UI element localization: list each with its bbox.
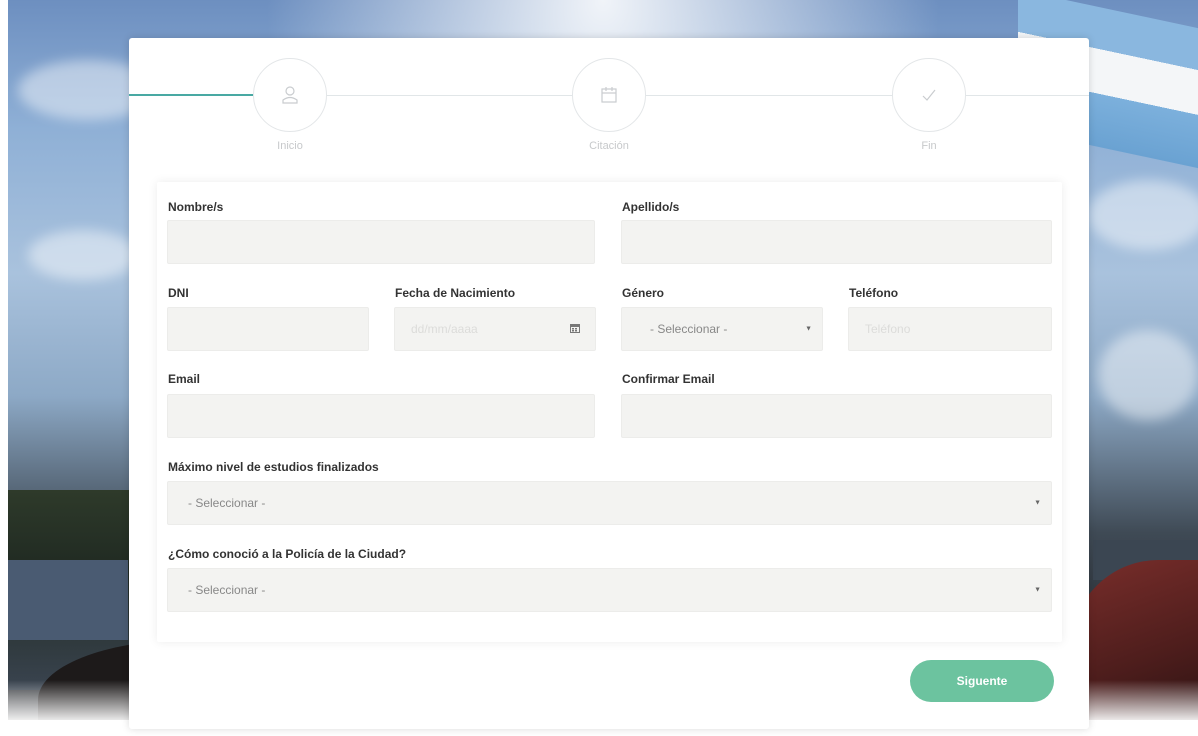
step-label: Fin xyxy=(921,140,937,152)
step-citacion[interactable]: Citación xyxy=(549,58,669,152)
chevron-down-icon: ▼ xyxy=(1034,586,1041,594)
email-input[interactable] xyxy=(167,394,595,438)
check-icon xyxy=(922,89,936,101)
genero-label: Género xyxy=(622,286,665,300)
fecha-label: Fecha de Nacimiento xyxy=(395,286,516,300)
estudios-label: Máximo nivel de estudios finalizados xyxy=(168,460,379,474)
apellido-label: Apellido/s xyxy=(622,200,680,214)
registration-form: Nombre/s Apellido/s DNI Fecha de Nacimie… xyxy=(157,182,1062,642)
como-conocio-select[interactable]: - Seleccionar - ▼ xyxy=(167,568,1052,612)
step-fin[interactable]: Fin xyxy=(869,58,989,152)
apellido-input[interactable] xyxy=(621,220,1052,264)
como-conocio-label: ¿Cómo conoció a la Policía de la Ciudad? xyxy=(168,547,407,561)
chevron-down-icon: ▼ xyxy=(805,325,812,333)
dni-input[interactable] xyxy=(167,307,369,351)
confirmar-email-input[interactable] xyxy=(621,394,1052,438)
telefono-label: Teléfono xyxy=(849,286,899,300)
nombre-input[interactable] xyxy=(167,220,595,264)
calendar-icon[interactable] xyxy=(569,322,581,334)
confirmar-email-label: Confirmar Email xyxy=(622,372,715,386)
step-inicio[interactable]: Inicio xyxy=(230,58,350,152)
dni-label: DNI xyxy=(168,286,189,300)
genero-select[interactable]: - Seleccionar - ▼ xyxy=(621,307,823,351)
fecha-nacimiento-input[interactable]: dd/mm/aaaa xyxy=(394,307,596,351)
nombre-label: Nombre/s xyxy=(168,200,224,214)
wizard-steps: Inicio Citación Fin xyxy=(129,38,1089,178)
calendar-icon xyxy=(601,87,617,103)
user-icon xyxy=(282,86,298,104)
step-label: Citación xyxy=(589,140,629,152)
step-label: Inicio xyxy=(277,140,303,152)
estudios-select[interactable]: - Seleccionar - ▼ xyxy=(167,481,1052,525)
registration-card: Inicio Citación Fin Nombre/s Apellido/s … xyxy=(129,38,1089,729)
next-button[interactable]: Siguente xyxy=(910,660,1054,702)
chevron-down-icon: ▼ xyxy=(1034,499,1041,507)
telefono-input[interactable]: Teléfono xyxy=(848,307,1052,351)
email-label: Email xyxy=(168,372,201,386)
